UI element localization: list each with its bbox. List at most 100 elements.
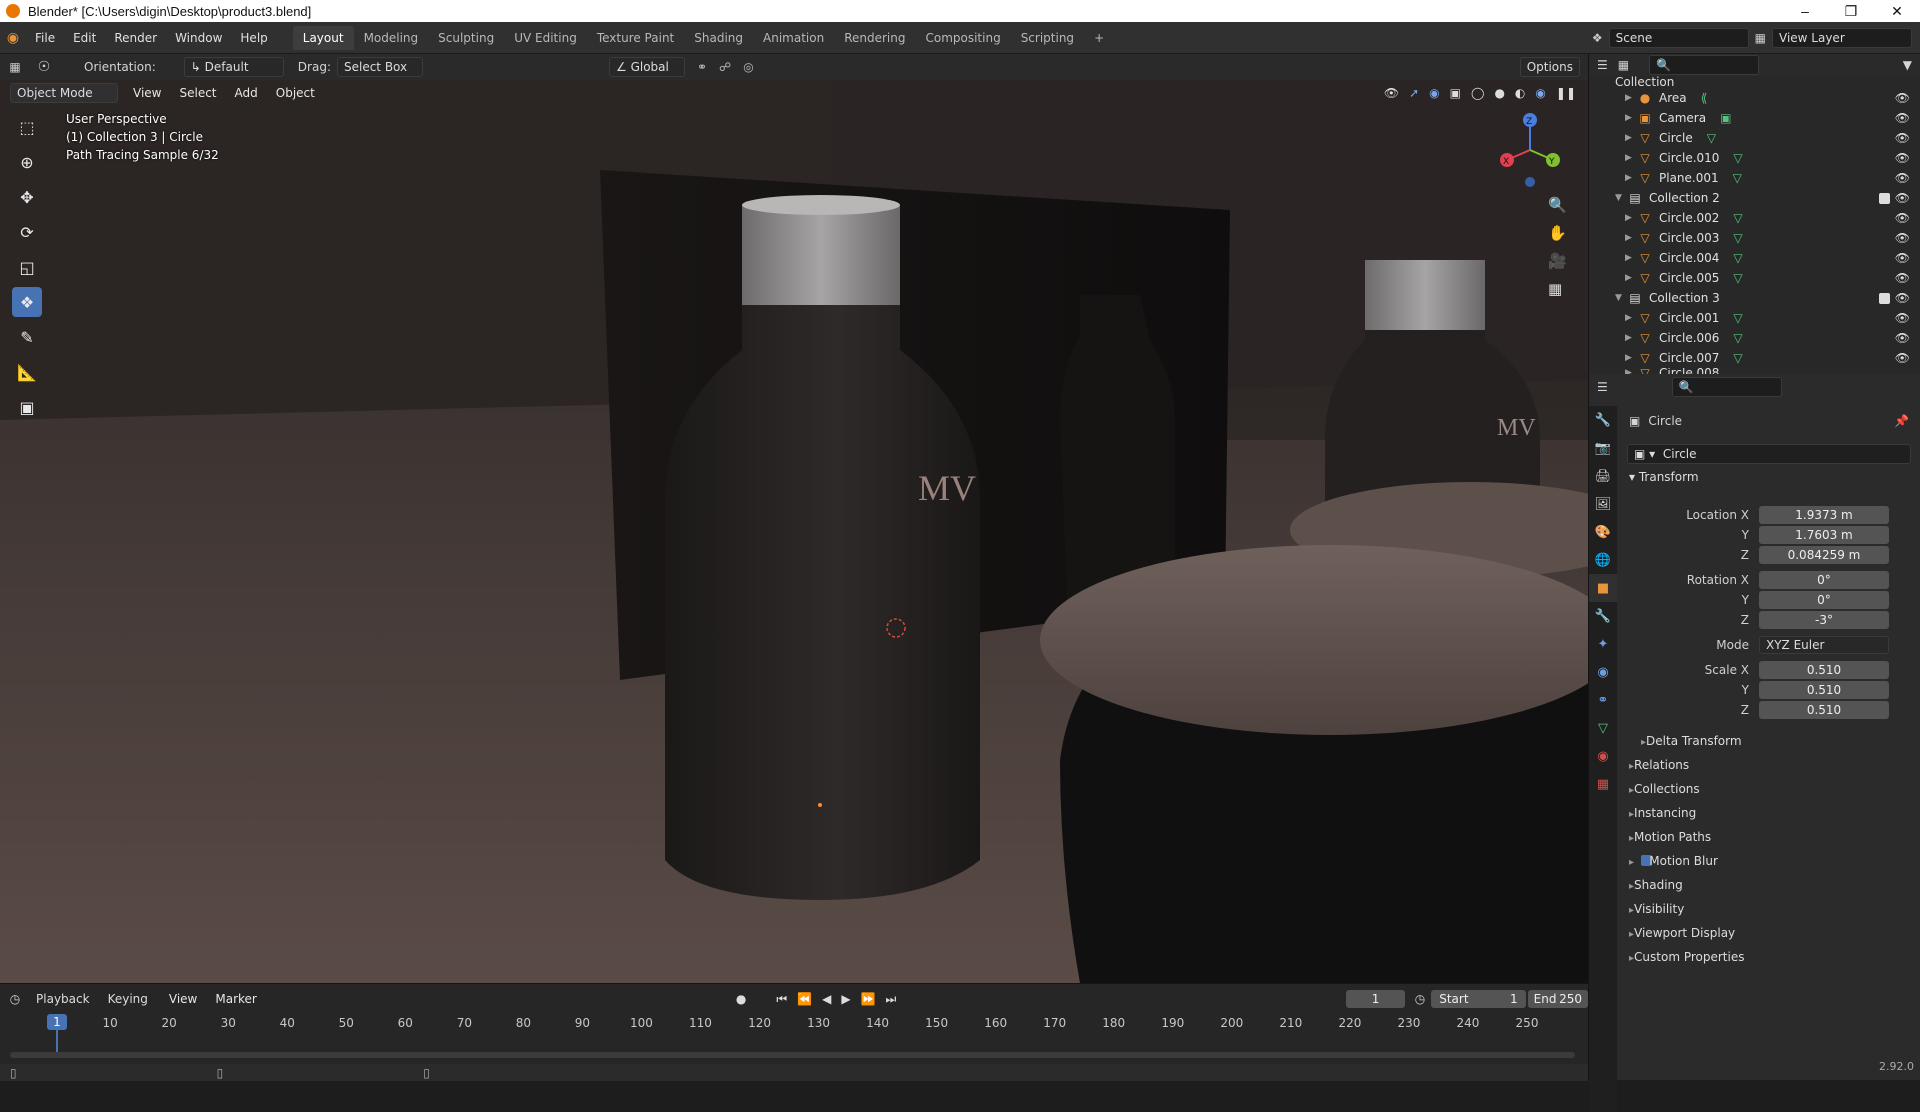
eye-icon[interactable]: 👁 — [1895, 251, 1910, 265]
expand-icon[interactable]: ▶ — [1625, 113, 1637, 123]
eye-icon[interactable]: 👁 — [1895, 231, 1910, 245]
transform-orientation-dropdown[interactable]: ∠ Global — [608, 57, 685, 77]
zoom-icon[interactable]: 🔍 — [1548, 196, 1567, 214]
rotation-z-field[interactable]: -3° — [1759, 611, 1889, 629]
outliner-row-circle-010[interactable]: ▶ ▽ Circle.010 ▽ 👁 — [1589, 148, 1920, 168]
mode-dropdown[interactable]: Object Mode — [10, 83, 118, 103]
filter-icon[interactable]: ▼ — [1903, 58, 1912, 72]
properties-editor-icon[interactable]: ☰ — [1597, 380, 1608, 394]
outliner-row-circle-002[interactable]: ▶ ▽ Circle.002 ▽ 👁 — [1589, 208, 1920, 228]
eye-icon[interactable]: 👁 — [1895, 91, 1910, 105]
expand-icon[interactable]: ▶ — [1625, 273, 1637, 283]
blender-menu-icon[interactable]: ◉ — [0, 30, 26, 46]
render-tab-icon[interactable]: 📷 — [1589, 434, 1617, 462]
viewport-menu-add[interactable]: Add — [226, 86, 267, 100]
eye-icon[interactable]: 👁 — [1895, 211, 1910, 225]
tab-scripting[interactable]: Scripting — [1011, 26, 1084, 50]
expand-icon[interactable]: ▶ — [1625, 313, 1637, 323]
tab-sculpting[interactable]: Sculpting — [428, 26, 504, 50]
outliner-row-area[interactable]: ▶ ● Area ⟪ 👁 — [1589, 88, 1920, 108]
mesh-data-tab-icon[interactable]: ▽ — [1589, 714, 1617, 742]
eye-icon[interactable]: 👁 — [1895, 271, 1910, 285]
outliner-editor-icon[interactable]: ☰ — [1597, 58, 1608, 72]
collapse-icon[interactable]: ▼ — [1615, 293, 1627, 303]
frame-ruler[interactable]: 10 20 30 40 50 60 70 80 90 100 110 120 130 140 150 160 1… — [0, 984, 1588, 1044]
delta-transform-panel[interactable]: Delta Transform — [1641, 734, 1742, 748]
outliner-row-plane-001[interactable]: ▶ ▽ Plane.001 ▽ 👁 — [1589, 168, 1920, 188]
editor-type-icon[interactable]: ▦ — [0, 60, 30, 74]
view-layer-selector[interactable]: View Layer — [1772, 27, 1912, 48]
object-datablock-field[interactable]: ▣ ▾ Circle — [1627, 444, 1911, 464]
outliner-row-circle-006[interactable]: ▶ ▽ Circle.006 ▽ 👁 — [1589, 328, 1920, 348]
expand-icon[interactable]: ▶ — [1625, 173, 1637, 183]
expand-icon[interactable]: ▶ — [1625, 353, 1637, 363]
outliner-row-circle-005[interactable]: ▶ ▽ Circle.005 ▽ 👁 — [1589, 268, 1920, 288]
outliner-row-circle-003[interactable]: ▶ ▽ Circle.003 ▽ 👁 — [1589, 228, 1920, 248]
material-shading-icon[interactable]: ◐ — [1515, 86, 1525, 100]
exclude-checkbox[interactable] — [1879, 292, 1890, 304]
visibility-icon[interactable]: 👁 — [1384, 86, 1399, 100]
tab-rendering[interactable]: Rendering — [834, 26, 915, 50]
physics-tab-icon[interactable]: ◉ — [1589, 658, 1617, 686]
expand-icon[interactable]: ▶ — [1625, 93, 1637, 103]
location-x-field[interactable]: 1.9373 m — [1759, 506, 1889, 524]
solid-shading-icon[interactable]: ● — [1494, 86, 1504, 100]
scale-x-field[interactable]: 0.510 — [1759, 661, 1889, 679]
drag-dropdown[interactable]: Select Box — [336, 57, 423, 77]
overlays-icon[interactable]: ◉ — [1429, 86, 1439, 100]
object-tab-icon[interactable]: ■ — [1589, 574, 1617, 602]
options-dropdown[interactable]: Options — [1519, 57, 1580, 77]
tab-texture-paint[interactable]: Texture Paint — [587, 26, 684, 50]
menu-help[interactable]: Help — [231, 31, 276, 45]
expand-icon[interactable]: ▶ — [1625, 233, 1637, 243]
visibility-panel[interactable]: Visibility — [1629, 902, 1684, 916]
shading-panel[interactable]: Shading — [1629, 878, 1683, 892]
pivot-icon[interactable]: ⚭ — [697, 60, 707, 74]
main-bottle-body[interactable] — [665, 290, 980, 900]
tab-layout[interactable]: Layout — [292, 25, 354, 50]
snap-icon[interactable]: ☍ — [719, 60, 731, 74]
motion-paths-panel[interactable]: Motion Paths — [1629, 830, 1711, 844]
tab-animation[interactable]: Animation — [753, 26, 834, 50]
expand-icon[interactable]: ▶ — [1625, 333, 1637, 343]
expand-icon[interactable]: ▶ — [1625, 253, 1637, 263]
maximize-button[interactable]: ❐ — [1828, 3, 1874, 20]
custom-properties-panel[interactable]: Custom Properties — [1629, 950, 1744, 964]
eye-icon[interactable]: 👁 — [1895, 131, 1910, 145]
eye-icon[interactable]: 👁 — [1895, 331, 1910, 345]
collapse-icon[interactable]: ▼ — [1615, 193, 1627, 203]
tab-compositing[interactable]: Compositing — [915, 26, 1010, 50]
pan-hand-icon[interactable]: ✋ — [1548, 224, 1567, 242]
add-cube-tool-icon[interactable]: ▣ — [12, 392, 42, 422]
rotation-x-field[interactable]: 0° — [1759, 571, 1889, 589]
instancing-panel[interactable]: Instancing — [1629, 806, 1696, 820]
eye-icon[interactable]: 👁 — [1895, 191, 1910, 205]
proportional-edit-icon[interactable]: ◎ — [743, 60, 753, 74]
outliner-row-circle-004[interactable]: ▶ ▽ Circle.004 ▽ 👁 — [1589, 248, 1920, 268]
world-tab-icon[interactable]: 🌐 — [1589, 546, 1617, 574]
constraints-tab-icon[interactable]: ⚭ — [1589, 686, 1617, 714]
select-box-tool-icon[interactable]: ⬚ — [12, 112, 42, 142]
pause-render-icon[interactable]: ❚❚ — [1556, 86, 1576, 100]
viewport-menu-object[interactable]: Object — [267, 86, 324, 100]
eye-icon[interactable]: 👁 — [1895, 291, 1910, 305]
menu-edit[interactable]: Edit — [64, 31, 105, 45]
viewport-3d[interactable]: MV MV Object Mode View Select Add Object… — [0, 80, 1588, 983]
outliner-search-input[interactable]: 🔍 — [1649, 55, 1760, 75]
viewport-menu-select[interactable]: Select — [170, 86, 225, 100]
outliner-row-circle-007[interactable]: ▶ ▽ Circle.007 ▽ 👁 — [1589, 348, 1920, 368]
viewport-menu-view[interactable]: View — [124, 86, 170, 100]
texture-tab-icon[interactable]: ▦ — [1589, 770, 1617, 798]
outliner-row-circle[interactable]: ▶ ▽ Circle ▽ 👁 — [1589, 128, 1920, 148]
menu-file[interactable]: File — [26, 31, 64, 45]
active-tool-icon[interactable]: ☉ — [30, 59, 58, 75]
tab-modeling[interactable]: Modeling — [354, 26, 429, 50]
viewport-display-panel[interactable]: Viewport Display — [1629, 926, 1735, 940]
rendered-shading-icon[interactable]: ◉ — [1535, 86, 1545, 100]
camera-view-icon[interactable]: 🎥 — [1548, 252, 1567, 270]
properties-search-input[interactable]: 🔍 — [1671, 377, 1782, 397]
outliner-row-camera[interactable]: ▶ ▣ Camera ▣ 👁 — [1589, 108, 1920, 128]
expand-icon[interactable]: ▶ — [1625, 153, 1637, 163]
minimize-button[interactable]: – — [1782, 3, 1828, 20]
move-tool-icon[interactable]: ✥ — [12, 182, 42, 212]
